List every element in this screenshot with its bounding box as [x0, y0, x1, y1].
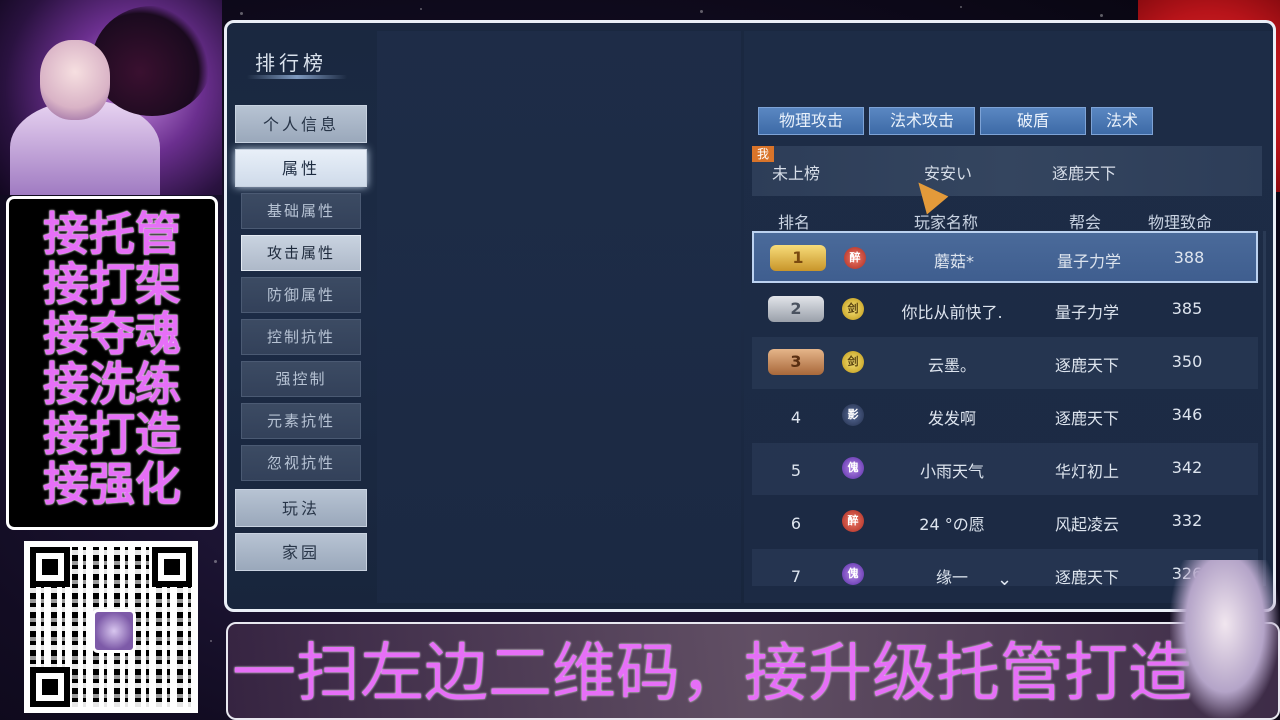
- school-icon: 醉: [844, 247, 866, 269]
- promo-line: 接打造: [43, 407, 181, 461]
- stat-value: 350: [1171, 352, 1203, 371]
- submenu-strong-control[interactable]: 强控制: [241, 361, 361, 397]
- promo-line: 接打架: [43, 257, 181, 311]
- promo-line: 接洗练: [43, 357, 181, 411]
- game-window: 排行榜 个人信息 属性 基础属性 攻击属性 防御属性 控制抗性 强控制 元素抗性…: [224, 20, 1276, 612]
- rank-number: 5: [790, 461, 802, 480]
- menu-personal-info[interactable]: 个人信息: [235, 105, 367, 143]
- player-name: 小雨天气: [919, 462, 984, 481]
- streamer-avatar-left: [0, 0, 222, 195]
- promo-line: 接托管: [43, 207, 181, 261]
- guild-name: 风起凌云: [1054, 515, 1119, 534]
- my-guild: 逐鹿天下: [1052, 164, 1117, 183]
- tab-shield-break[interactable]: 破盾: [980, 107, 1086, 135]
- column-header-physical-crit: 物理致命: [1148, 213, 1213, 232]
- player-name: 24 °の愿: [919, 515, 985, 534]
- streamer-figure-right: [1170, 560, 1280, 720]
- rank-number: 4: [790, 408, 802, 427]
- tab-physical-attack[interactable]: 物理攻击: [758, 107, 864, 135]
- promo-ticker: 一扫左边二维码，接升级托管打造: [226, 622, 1280, 720]
- school-icon: 傀: [842, 563, 864, 585]
- school-icon: 剑: [842, 298, 864, 320]
- column-header-rank: 排名: [778, 213, 811, 232]
- menu-gameplay[interactable]: 玩法: [235, 489, 367, 527]
- page-title: 排行榜: [255, 51, 327, 75]
- ranking-panel: 物理攻击 法术攻击 破盾 法术 我 未上榜 安安い 逐鹿天下 排名 玩家名称 帮…: [744, 31, 1273, 603]
- submenu-attack-attributes[interactable]: 攻击属性: [241, 235, 361, 271]
- my-ranking-row: 我 未上榜 安安い 逐鹿天下: [752, 146, 1262, 196]
- school-icon: 醉: [842, 510, 864, 532]
- player-name: 发发啊: [927, 409, 976, 428]
- guild-name: 量子力学: [1056, 252, 1121, 271]
- qr-code: [24, 541, 198, 713]
- table-row[interactable]: 4 影 发发啊 逐鹿天下 346: [752, 390, 1258, 442]
- column-header-player-name: 玩家名称: [914, 213, 979, 232]
- player-name: 蘑菇*: [933, 252, 974, 271]
- menu-home[interactable]: 家园: [235, 533, 367, 571]
- rank-number: 6: [790, 514, 802, 533]
- table-row[interactable]: 2 剑 你比从前快了. 量子力学 385: [752, 284, 1258, 336]
- gold-medal-icon: 1: [770, 245, 826, 271]
- school-icon: 傀: [842, 457, 864, 479]
- submenu-ignore-resist[interactable]: 忽视抗性: [241, 445, 361, 481]
- table-row[interactable]: 1 醉 蘑菇* 量子力学 388: [752, 231, 1258, 283]
- middle-panel: [377, 31, 741, 603]
- title-swoosh: [247, 75, 347, 79]
- tab-magic[interactable]: 法术: [1091, 107, 1153, 135]
- player-name: 云墨。: [927, 356, 976, 375]
- submenu-element-resist[interactable]: 元素抗性: [241, 403, 361, 439]
- submenu-basic-attributes[interactable]: 基础属性: [241, 193, 361, 229]
- stat-value: 346: [1171, 405, 1203, 424]
- school-icon: 影: [842, 404, 864, 426]
- chevron-down-icon[interactable]: ⌄: [997, 569, 1012, 590]
- scrollbar[interactable]: [1263, 231, 1266, 586]
- table-row[interactable]: 5 傀 小雨天气 华灯初上 342: [752, 443, 1258, 495]
- tab-magic-attack[interactable]: 法术攻击: [869, 107, 975, 135]
- me-badge: 我: [752, 146, 774, 162]
- qr-logo-icon: [92, 609, 136, 653]
- column-header-guild: 帮会: [1069, 213, 1102, 232]
- stat-value: 388: [1173, 248, 1205, 267]
- stat-value: 332: [1171, 511, 1203, 530]
- guild-name: 华灯初上: [1054, 462, 1119, 481]
- promo-line: 接夺魂: [43, 307, 181, 361]
- rank-number: 7: [790, 567, 802, 586]
- player-name: 你比从前快了.: [901, 303, 1003, 322]
- promo-box: 接托管 接打架 接夺魂 接洗练 接打造 接强化: [6, 196, 218, 530]
- ticker-text: 一扫左边二维码，接升级托管打造: [232, 637, 1192, 711]
- promo-line: 接强化: [43, 457, 181, 511]
- stat-value: 342: [1171, 458, 1203, 477]
- guild-name: 逐鹿天下: [1054, 356, 1119, 375]
- submenu-control-resist[interactable]: 控制抗性: [241, 319, 361, 355]
- guild-name: 逐鹿天下: [1054, 568, 1119, 586]
- bronze-medal-icon: 3: [768, 349, 824, 375]
- table-row[interactable]: 6 醉 24 °の愿 风起凌云 332: [752, 496, 1258, 548]
- guild-name: 逐鹿天下: [1054, 409, 1119, 428]
- ranking-list: 1 醉 蘑菇* 量子力学 388 2 剑 你比从前快了. 量子力学 385 3 …: [752, 231, 1262, 586]
- silver-medal-icon: 2: [768, 296, 824, 322]
- stat-value: 385: [1171, 299, 1203, 318]
- table-row[interactable]: 3 剑 云墨。 逐鹿天下 350: [752, 337, 1258, 389]
- my-rank: 未上榜: [772, 164, 821, 183]
- submenu-defense-attributes[interactable]: 防御属性: [241, 277, 361, 313]
- menu-attributes[interactable]: 属性: [235, 149, 367, 187]
- school-icon: 剑: [842, 351, 864, 373]
- guild-name: 量子力学: [1054, 303, 1119, 322]
